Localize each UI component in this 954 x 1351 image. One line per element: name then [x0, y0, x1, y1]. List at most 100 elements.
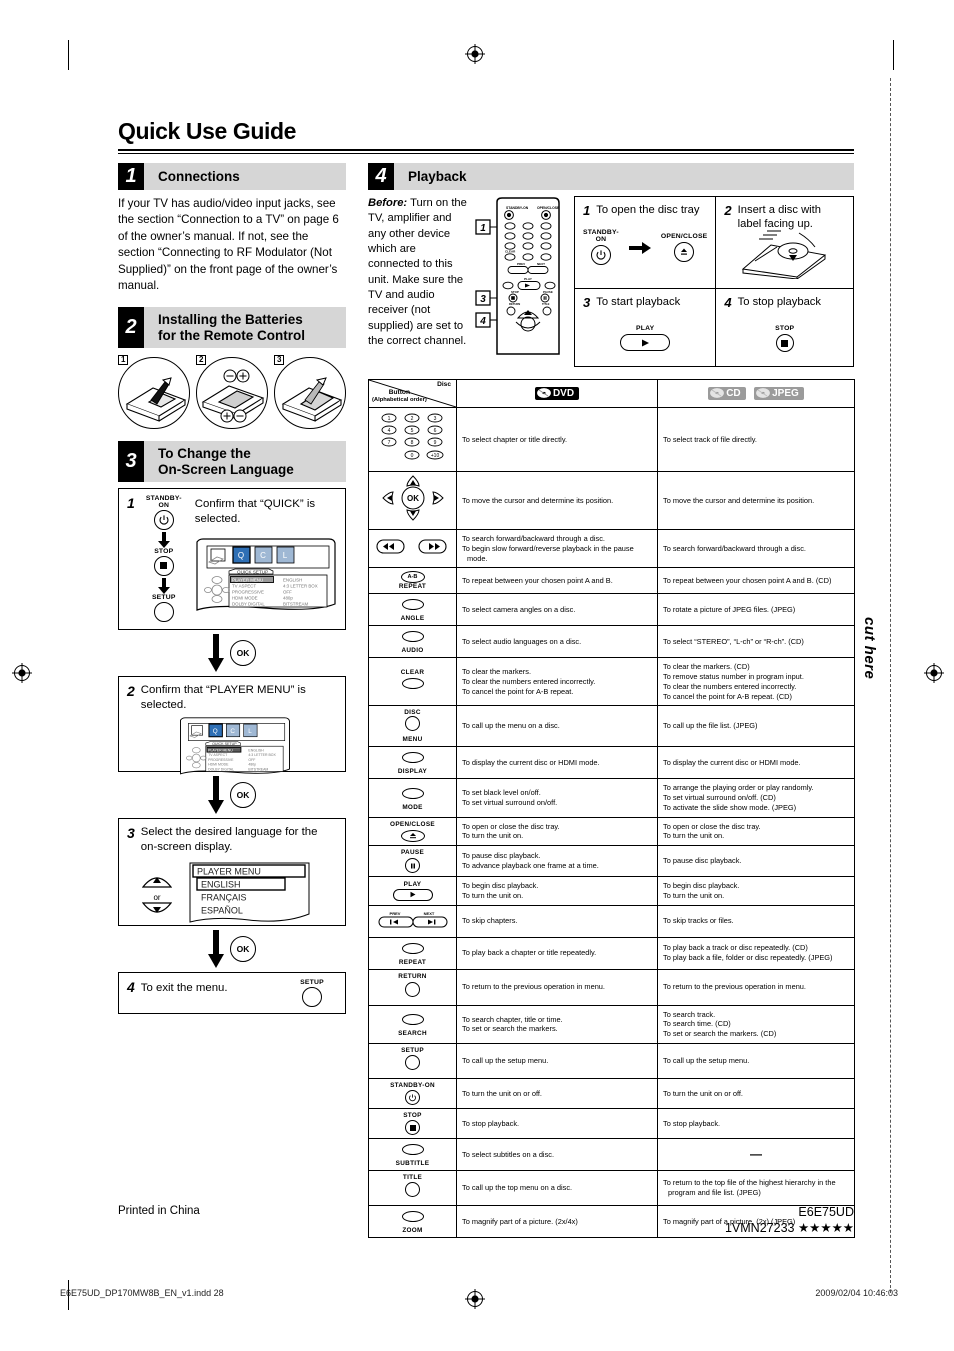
repeat-icon[interactable]: [401, 942, 424, 954]
dvd-cell: To set black level on/off. To set virtual…: [456, 778, 658, 818]
dvd-desc-list: To set black level on/off. To set virtual…: [462, 788, 652, 808]
dvd-desc-item: To open or close the disc tray.: [462, 821, 560, 831]
table-row: PLAY To begin disc playback. To turn the …: [368, 876, 855, 906]
mode-icon[interactable]: [401, 787, 424, 799]
battery-step-3-badge: 3: [274, 354, 285, 365]
battery-step-2: 2: [196, 354, 268, 429]
open-close-table-icon[interactable]: [400, 829, 425, 842]
svg-text:HDMI MODE: HDMI MODE: [208, 762, 229, 766]
table-row: TITLE To call up the top menu on a disc.…: [368, 1170, 855, 1207]
standby-on-table-icon[interactable]: [405, 1090, 420, 1106]
ok-button-icon-2[interactable]: OK: [230, 781, 256, 808]
ok-button-icon-1[interactable]: OK: [230, 639, 256, 666]
standby-on-icon-playback[interactable]: [590, 245, 611, 266]
section-header-playback: 4 Playback: [368, 163, 854, 190]
dvd-desc-list: To call up the menu on a disc.: [462, 721, 652, 731]
dvd-cell: To select chapter or title directly.: [456, 407, 658, 472]
play-icon[interactable]: [392, 888, 433, 901]
open-close-icon[interactable]: [674, 241, 695, 262]
playback-open-close-label: OPEN/CLOSE: [660, 232, 708, 240]
dvd-desc-item: To play back a chapter or title repeated…: [462, 948, 597, 958]
dvd-cell: To play back a chapter or title repeated…: [456, 936, 658, 970]
cd-desc-list: —: [663, 1147, 849, 1163]
arrow-to-step-2: OK: [118, 630, 346, 676]
table-row: REPEAT To play back a chapter or title r…: [368, 936, 855, 970]
angle-label: ANGLE: [400, 615, 425, 623]
button-cell-mode: MODE: [368, 778, 457, 818]
dvd-desc-item: To begin disc playback.: [462, 881, 539, 891]
cursor-down-icon[interactable]: [137, 901, 177, 924]
dvd-desc-list: To select audio languages on a disc.: [462, 637, 652, 647]
cd-desc-item: To display the current disc or HDMI mode…: [663, 757, 801, 767]
button-cell-pause: PAUSE: [368, 845, 457, 878]
table-row: ANGLE To select camera angles on a disc.…: [368, 593, 855, 627]
cd-desc-list: To stop playback.: [663, 1119, 849, 1129]
svg-text:C: C: [260, 551, 266, 560]
dvd-desc-item: To clear the numbers entered incorrectly…: [462, 676, 596, 686]
title-icon[interactable]: [405, 1182, 420, 1198]
stop-icon[interactable]: [153, 555, 174, 576]
dvd-cell: To select camera angles on a disc.: [456, 593, 658, 627]
setup-table-icon[interactable]: [405, 1055, 420, 1071]
button-cell-ab-repeat: A-B REPEAT: [368, 567, 457, 595]
ab-repeat-icon[interactable]: A-B: [400, 571, 425, 584]
prev-next-icon: PREV NEXT: [378, 911, 447, 928]
svg-text:OFF: OFF: [283, 589, 292, 594]
ab-repeat-label: REPEAT: [398, 583, 427, 591]
dvd-desc-item: To begin slow forward/reverse playback i…: [462, 543, 634, 563]
return-icon[interactable]: [405, 981, 420, 997]
standby-on-icon[interactable]: [153, 509, 174, 530]
dvd-desc-list: To clear the markers. To clear the number…: [462, 667, 652, 696]
svg-text:4:3 LETTER BOX: 4:3 LETTER BOX: [248, 753, 276, 757]
subtitle-icon[interactable]: [401, 1144, 424, 1156]
cd-desc-item: To stop playback.: [663, 1118, 721, 1128]
dvd-cell: To open or close the disc tray. To turn t…: [456, 816, 658, 847]
section-number-3: 3: [118, 440, 144, 482]
stars: ★★★★★: [797, 1220, 854, 1235]
button-cell-repeat: REPEAT: [368, 936, 457, 970]
pause-icon[interactable]: [405, 858, 420, 874]
svg-text:480p: 480p: [248, 762, 256, 766]
setup-icon-step4[interactable]: [302, 986, 322, 1007]
table-row: OPEN/CLOSE To open or close the disc tra…: [368, 816, 855, 847]
svg-text:NEXT: NEXT: [423, 911, 434, 916]
playback-step-2: 2 Insert a disc with label facing up.: [716, 197, 853, 288]
dvd-desc-item: To select camera angles on a disc.: [462, 604, 576, 614]
dvd-desc-list: To open or close the disc tray. To turn t…: [462, 822, 652, 842]
cd-desc-item: To arrange the playing order or play ran…: [663, 783, 814, 793]
clear-icon[interactable]: [401, 678, 424, 690]
play-button-icon[interactable]: [620, 334, 671, 352]
angle-icon[interactable]: [401, 599, 424, 611]
cd-desc-item: To turn the unit on or off.: [663, 1088, 743, 1098]
corner-button-label: Button (Alphabetical order): [372, 389, 427, 403]
language-step-3-text: Select the desired language for the on-s…: [140, 825, 318, 854]
ok-button-icon-3[interactable]: OK: [230, 935, 256, 962]
dvd-desc-list: To repeat between your chosen point A an…: [462, 576, 652, 586]
section-header-language: 3 To Change the On-Screen Language: [118, 440, 346, 482]
display-icon[interactable]: [401, 752, 424, 764]
svg-text:ENGLISH: ENGLISH: [248, 748, 264, 752]
audio-icon[interactable]: [401, 631, 424, 643]
cd-cell: To stop playback.: [657, 1108, 855, 1140]
cd-desc-list: To pause disc playback.: [663, 856, 849, 866]
dvd-desc-list: To stop playback.: [462, 1119, 652, 1129]
page-footer: Printed in China E6E75UD 1VMN27233 ★★★★★: [118, 1205, 854, 1236]
dvd-cell: To begin disc playback. To turn the unit …: [456, 876, 658, 906]
cursor-up-icon[interactable]: [137, 871, 177, 893]
setup-icon[interactable]: [153, 601, 174, 622]
svg-text:ENGLISH: ENGLISH: [201, 879, 241, 889]
playback-step-1-number: 1: [583, 203, 591, 218]
table-row: 1 2 3 4 5 6 7 8 9 0 +10 To select chapter or ti…: [368, 407, 855, 472]
disc-menu-icon[interactable]: [405, 716, 420, 732]
svg-text:DOLBY DIGITAL: DOLBY DIGITAL: [208, 767, 234, 771]
cd-cell: To search track. To search time. (CD) To s…: [657, 1004, 855, 1045]
stop-button-icon[interactable]: [775, 334, 794, 353]
dvd-label: DVD: [552, 387, 575, 399]
table-row: STANDBY-ON To turn the unit on or off. T…: [368, 1078, 855, 1110]
left-column: 1 Connections If your TV has audio/video…: [118, 163, 346, 1238]
cd-desc-list: To open or close the disc tray. To turn t…: [663, 822, 849, 842]
jpeg-badge: JPEG: [754, 386, 804, 400]
button-cell-prev-next: PREV NEXT: [368, 904, 457, 938]
search-icon[interactable]: [401, 1013, 424, 1025]
stop-table-icon[interactable]: [405, 1120, 420, 1136]
